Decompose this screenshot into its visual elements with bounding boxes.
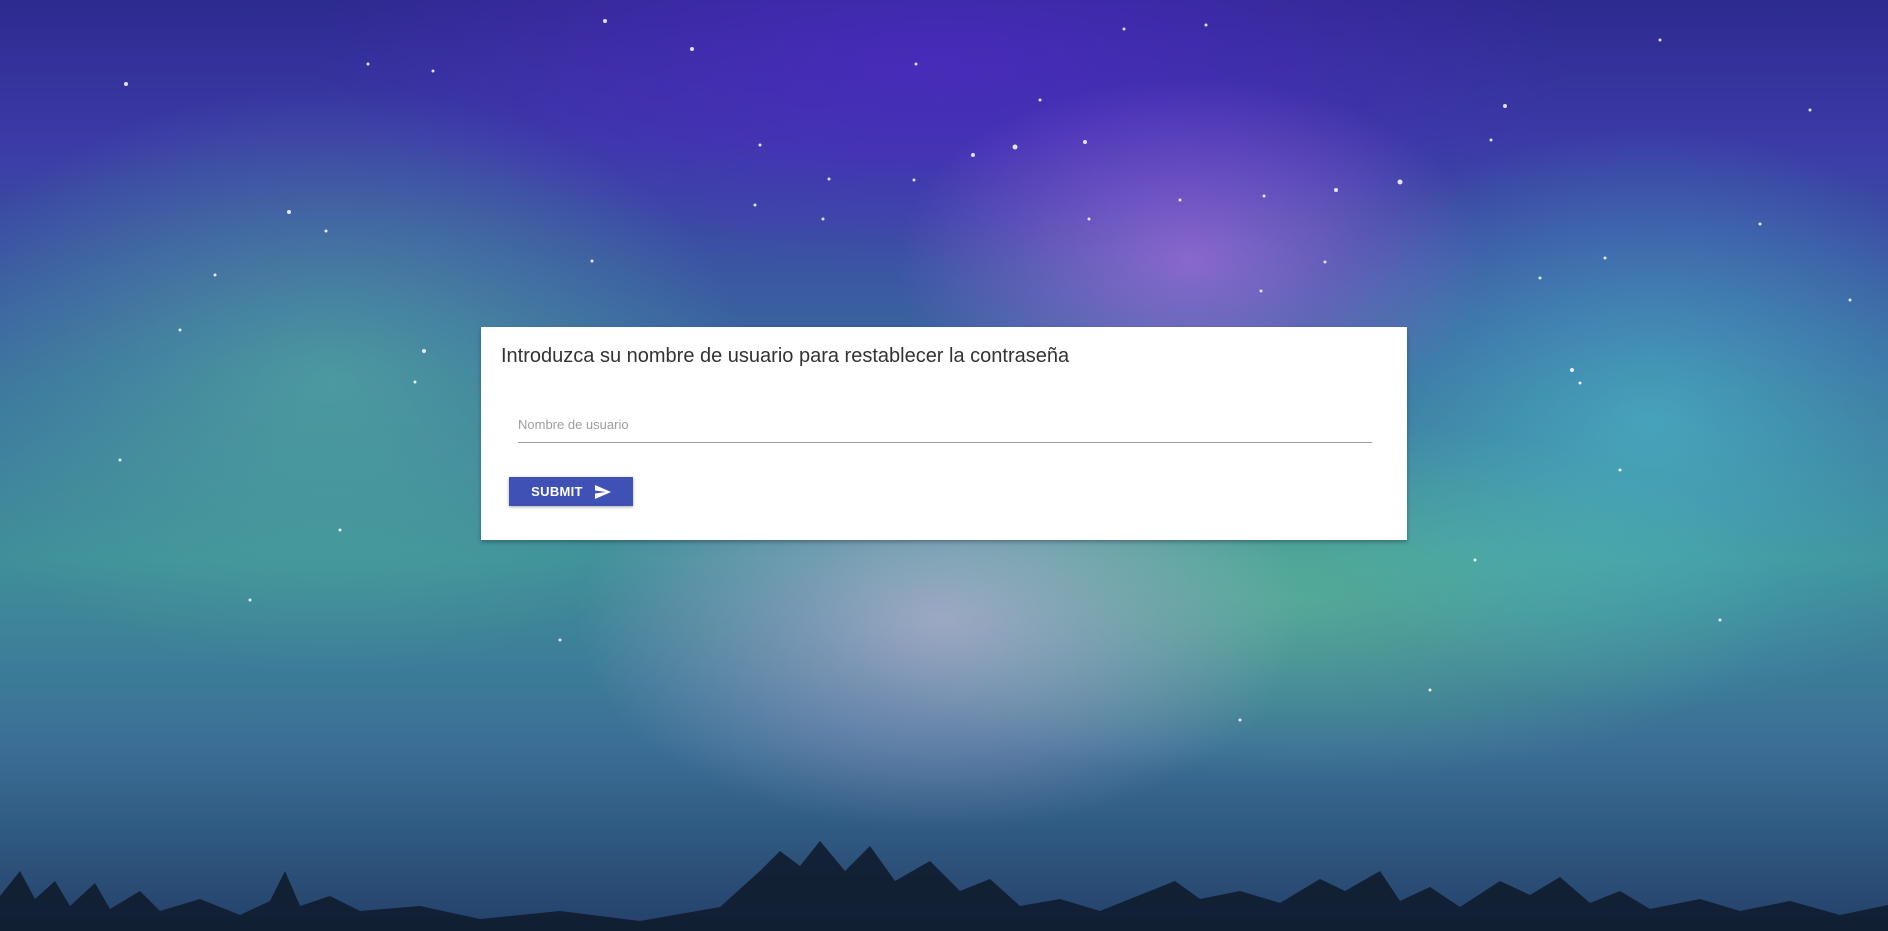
username-input[interactable] bbox=[518, 407, 1372, 442]
page-title: Introduzca su nombre de usuario para res… bbox=[501, 345, 1070, 367]
tree-silhouette bbox=[0, 841, 1888, 931]
username-field[interactable]: Nombre de usuario bbox=[518, 407, 1372, 443]
submit-button[interactable]: SUBMIT bbox=[509, 477, 633, 506]
send-icon bbox=[594, 484, 611, 499]
submit-label: SUBMIT bbox=[531, 484, 583, 499]
reset-password-card: Introduzca su nombre de usuario para res… bbox=[481, 327, 1407, 540]
